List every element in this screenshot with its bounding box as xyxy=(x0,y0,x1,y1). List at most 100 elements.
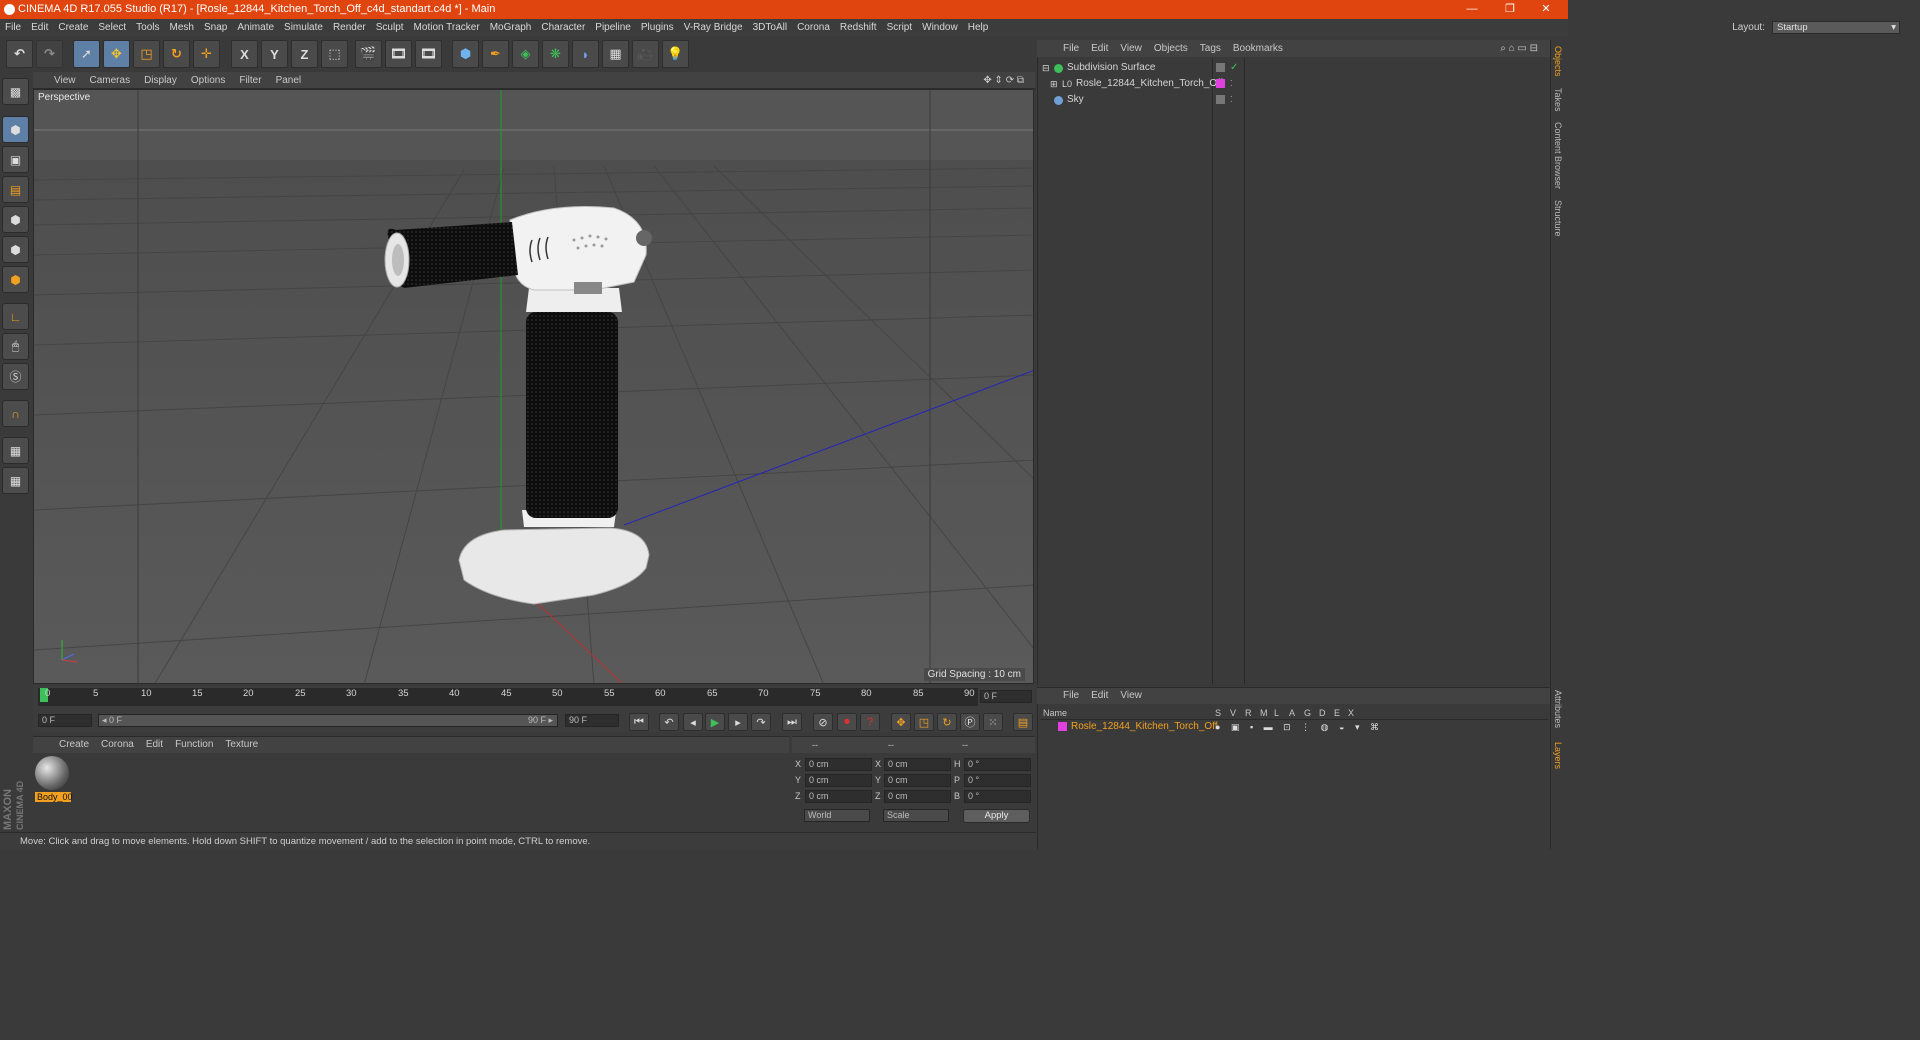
end-frame-field[interactable]: 90 F xyxy=(565,714,619,727)
object-row[interactable]: ⊟ Subdivision Surface ✓ xyxy=(1040,60,1548,76)
planar-workplane-button[interactable]: ▦ xyxy=(2,467,29,494)
menu-redshift[interactable]: Redshift xyxy=(835,19,882,36)
tab-takes[interactable]: Takes xyxy=(1553,88,1563,112)
viewport-perspective[interactable]: Perspective Grid Spacing : 10 cm xyxy=(33,89,1034,684)
object-row[interactable]: ⊞ L0 Rosle_12844_Kitchen_Torch_Off ⁚ xyxy=(1040,76,1548,92)
previous-key-button[interactable]: ↶ xyxy=(659,713,679,731)
light-button[interactable]: 💡 xyxy=(662,40,689,68)
menu-mesh[interactable]: Mesh xyxy=(165,19,199,36)
menu-window[interactable]: Window xyxy=(917,19,963,36)
object-menu-bookmarks[interactable]: Bookmarks xyxy=(1227,43,1289,54)
viewport-nav-icons[interactable]: ✥ ⇕ ⟳ ⧉ xyxy=(976,72,1031,89)
texture-mode-button[interactable]: ▣ xyxy=(2,146,29,173)
floor-button[interactable]: ▦ xyxy=(602,40,629,68)
timeline-ruler[interactable]: 0 5 10 15 20 25 30 35 40 45 50 55 60 65 … xyxy=(38,688,978,706)
render-picture-viewer-button[interactable]: 🎞 xyxy=(385,40,412,68)
start-frame-field[interactable]: 0 F xyxy=(38,714,92,727)
object-visibility-icon[interactable] xyxy=(1216,95,1225,104)
coord-rot-field[interactable]: 0 ° xyxy=(964,774,1031,787)
dots-icon[interactable]: ⁚ xyxy=(1230,76,1233,92)
layout-select[interactable]: Startup ▾ xyxy=(1772,21,1900,34)
model-mode-button[interactable]: ⬢ xyxy=(2,116,29,143)
layer-menu-edit[interactable]: Edit xyxy=(1085,690,1114,701)
viewport-menu-display[interactable]: Display xyxy=(137,75,184,86)
camera-button[interactable]: 🎥 xyxy=(632,40,659,68)
previous-frame-button[interactable]: ◂ xyxy=(683,713,703,731)
tweak-mode-button[interactable]: 🖱 xyxy=(2,333,29,360)
minimize-button[interactable]: — xyxy=(1454,0,1490,19)
transform-tool-button[interactable]: ✛ xyxy=(193,40,220,68)
subdivision-surface-button[interactable]: ◈ xyxy=(512,40,539,68)
menu-file[interactable]: File xyxy=(0,19,26,36)
material-item[interactable]: Body_00 xyxy=(35,756,73,804)
render-view-button[interactable]: 🎬 xyxy=(355,40,382,68)
check-icon[interactable]: ✓ xyxy=(1230,60,1238,76)
record-keys-button[interactable]: ⏺ xyxy=(837,713,857,731)
object-menu-file[interactable]: File xyxy=(1057,43,1085,54)
redo-button[interactable]: ↷ xyxy=(36,40,63,68)
tab-attributes[interactable]: Attributes xyxy=(1553,690,1563,728)
coord-pos-field[interactable]: 0 cm xyxy=(805,774,872,787)
deformer-button[interactable]: ◗ xyxy=(572,40,599,68)
layer-menu-view[interactable]: View xyxy=(1114,690,1148,701)
timeline-window-button[interactable]: ▤ xyxy=(1013,713,1033,731)
menu-mograph[interactable]: MoGraph xyxy=(485,19,537,36)
object-visibility-icon[interactable] xyxy=(1216,63,1225,72)
menu-3dtoall[interactable]: 3DToAll xyxy=(748,19,792,36)
play-button[interactable]: ▶ xyxy=(705,713,725,731)
material-menu-function[interactable]: Function xyxy=(169,739,219,750)
current-frame-field[interactable]: 0 F xyxy=(980,690,1032,703)
viewport-menu-options[interactable]: Options xyxy=(184,75,232,86)
rotate-tool-button[interactable]: ↻ xyxy=(163,40,190,68)
material-menu-corona[interactable]: Corona xyxy=(95,739,140,750)
next-key-button[interactable]: ↷ xyxy=(751,713,771,731)
workplane-mode-button[interactable]: ▤ xyxy=(2,176,29,203)
autokey-button[interactable]: ? xyxy=(860,713,880,731)
menu-vray-bridge[interactable]: V-Ray Bridge xyxy=(679,19,748,36)
coord-rot-field[interactable]: 0 ° xyxy=(964,758,1031,771)
live-selection-button[interactable]: ➚ xyxy=(73,40,100,68)
render-settings-button[interactable]: 🎞 xyxy=(415,40,442,68)
key-pla-button[interactable]: ⁙ xyxy=(983,713,1003,731)
go-to-start-button[interactable]: ⏮ xyxy=(629,713,649,731)
coord-size-field[interactable]: 0 cm xyxy=(884,774,951,787)
move-tool-button[interactable]: ✥ xyxy=(103,40,130,68)
expand-icon[interactable]: ⊞ xyxy=(1050,76,1058,92)
viewport-menu-filter[interactable]: Filter xyxy=(232,75,268,86)
object-row[interactable]: Sky ⁚ xyxy=(1040,92,1548,108)
material-menu-create[interactable]: Create xyxy=(53,739,95,750)
edges-mode-button[interactable]: ⬢ xyxy=(2,236,29,263)
tab-content-browser[interactable]: Content Browser xyxy=(1553,122,1563,189)
coord-rot-field[interactable]: 0 ° xyxy=(964,790,1031,803)
magnet-button[interactable]: ∩ xyxy=(2,400,29,427)
axis-mode-button[interactable]: ∟ xyxy=(2,303,29,330)
key-parameter-button[interactable]: Ⓟ xyxy=(960,713,980,731)
menu-help[interactable]: Help xyxy=(963,19,994,36)
menu-motion-tracker[interactable]: Motion Tracker xyxy=(409,19,485,36)
next-frame-button[interactable]: ▸ xyxy=(728,713,748,731)
coordinate-system-button[interactable]: ⬚ xyxy=(321,40,348,68)
key-position-button[interactable]: ✥ xyxy=(891,713,911,731)
menu-create[interactable]: Create xyxy=(53,19,93,36)
undo-button[interactable]: ↶ xyxy=(6,40,33,68)
restore-button[interactable]: ❐ xyxy=(1492,0,1528,19)
coord-space-select[interactable]: World xyxy=(804,809,870,822)
object-search-icons[interactable]: ⌕ ⌂ ▭ ⊟ xyxy=(1494,40,1544,57)
menu-render[interactable]: Render xyxy=(328,19,371,36)
z-axis-button[interactable]: Z xyxy=(291,40,318,68)
motion-record-button[interactable]: ⊘ xyxy=(813,713,833,731)
menu-snap[interactable]: Snap xyxy=(199,19,232,36)
key-scale-button[interactable]: ◳ xyxy=(914,713,934,731)
menu-character[interactable]: Character xyxy=(536,19,590,36)
tab-layers[interactable]: Layers xyxy=(1553,742,1563,769)
coord-pos-field[interactable]: 0 cm xyxy=(805,758,872,771)
y-axis-button[interactable]: Y xyxy=(261,40,288,68)
go-to-end-button[interactable]: ⏭ xyxy=(782,713,802,731)
menu-edit[interactable]: Edit xyxy=(26,19,53,36)
menu-select[interactable]: Select xyxy=(93,19,131,36)
object-menu-edit[interactable]: Edit xyxy=(1085,43,1114,54)
spline-pen-button[interactable]: ✒ xyxy=(482,40,509,68)
key-rotation-button[interactable]: ↻ xyxy=(937,713,957,731)
layer-row[interactable]: Rosle_12844_Kitchen_Torch_Off ● ▣ ▪ ▬ ⊡ … xyxy=(1040,719,1548,735)
layer-menu-file[interactable]: File xyxy=(1057,690,1085,701)
